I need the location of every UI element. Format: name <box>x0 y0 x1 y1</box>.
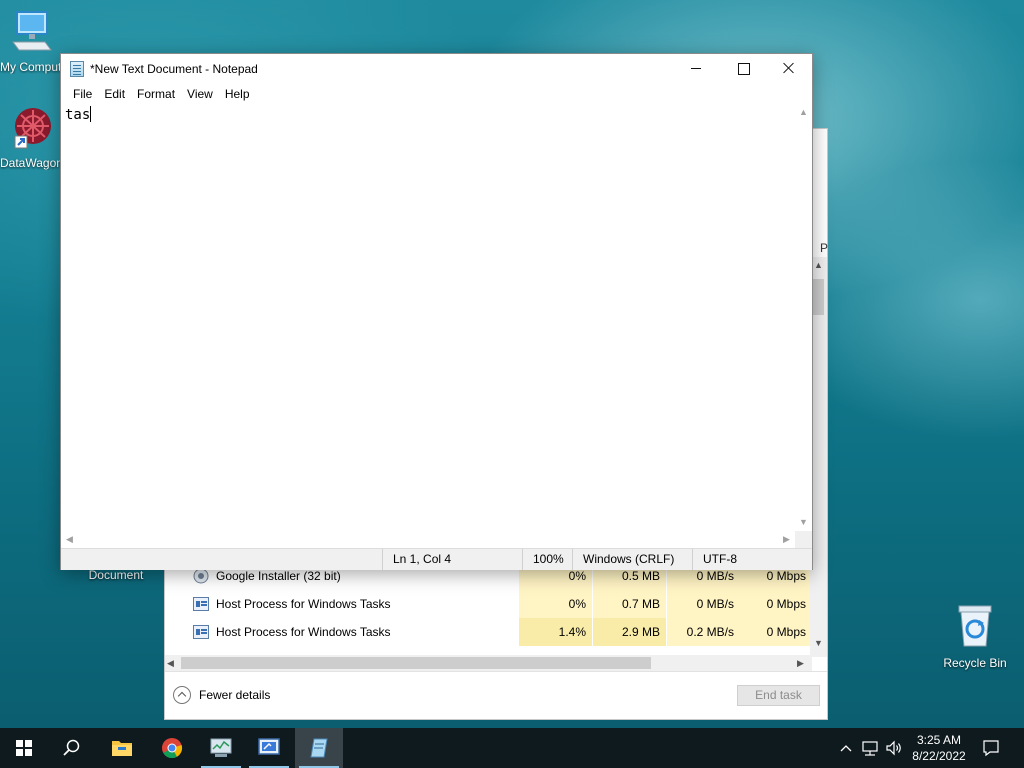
desktop-icon-label: Recycle Bin <box>943 656 1007 670</box>
action-center-button[interactable] <box>978 736 1004 760</box>
scroll-left-arrow[interactable]: ◀ <box>61 531 78 548</box>
network-cell: 0 Mbps <box>740 590 812 618</box>
close-button[interactable] <box>766 54 812 84</box>
network-cell: 0 Mbps <box>740 618 812 646</box>
start-button[interactable] <box>0 728 48 768</box>
task-manager-icon <box>210 738 232 757</box>
scroll-thumb[interactable] <box>181 657 651 669</box>
notepad-icon <box>310 738 328 758</box>
taskbar-control-panel[interactable] <box>245 728 293 768</box>
computer-icon <box>12 11 52 51</box>
task-manager-header-fragment: P <box>820 241 829 255</box>
menu-file[interactable]: File <box>67 84 98 104</box>
show-hidden-icons-button[interactable] <box>838 738 854 758</box>
clock[interactable]: 3:25 AM 8/22/2022 <box>906 730 972 766</box>
process-name: Host Process for Windows Tasks <box>216 597 391 611</box>
desktop-icon-document[interactable]: Document <box>76 568 156 582</box>
clock-time: 3:25 AM <box>916 733 962 747</box>
recycle-bin-icon <box>958 605 992 647</box>
menu-view[interactable]: View <box>181 84 219 104</box>
table-row[interactable]: Host Process for Windows Tasks 0% 0.7 MB… <box>165 590 812 618</box>
desktop-icon-my-computer[interactable]: My Computer <box>0 10 62 74</box>
chevron-up-icon <box>173 686 191 704</box>
process-icon <box>193 597 209 611</box>
chrome-icon <box>162 738 183 759</box>
text-editor-area[interactable]: tas <box>61 104 795 531</box>
datawagon-icon <box>14 108 51 149</box>
scroll-right-arrow[interactable]: ▶ <box>797 655 811 671</box>
window-title: *New Text Document - Notepad <box>90 62 258 76</box>
status-bar: Ln 1, Col 4 100% Windows (CRLF) UTF-8 <box>61 548 812 570</box>
taskbar-file-explorer[interactable] <box>98 728 146 768</box>
task-manager-footer: Fewer details End task <box>165 671 827 719</box>
desktop-icon-label: DataWagon <box>0 156 62 170</box>
minimize-button[interactable] <box>673 54 719 84</box>
clock-date: 8/22/2022 <box>912 749 966 763</box>
menu-format[interactable]: Format <box>131 84 181 104</box>
menu-bar: File Edit Format View Help <box>61 84 812 104</box>
disk-cell: 0.2 MB/s <box>667 618 740 646</box>
notepad-window[interactable]: *New Text Document - Notepad File Edit F… <box>60 53 813 570</box>
horizontal-scrollbar[interactable]: ◀ ▶ <box>165 655 812 671</box>
file-explorer-icon <box>112 741 132 756</box>
process-icon <box>193 625 209 639</box>
scroll-up-arrow[interactable]: ▲ <box>795 104 812 121</box>
speaker-icon <box>886 740 901 756</box>
line-ending: Windows (CRLF) <box>572 549 692 570</box>
chevron-up-icon <box>840 745 852 752</box>
scroll-down-arrow[interactable]: ▼ <box>810 635 827 652</box>
process-name: Host Process for Windows Tasks <box>216 625 391 639</box>
scrollbar-corner <box>795 531 812 548</box>
start-icon <box>16 740 32 756</box>
table-row[interactable]: Host Process for Windows Tasks 1.4% 2.9 … <box>165 618 812 646</box>
title-bar[interactable]: *New Text Document - Notepad <box>61 54 812 84</box>
cursor-position: Ln 1, Col 4 <box>382 549 522 570</box>
scroll-right-arrow[interactable]: ▶ <box>778 531 795 548</box>
network-icon <box>862 741 878 756</box>
process-name: Google Installer (32 bit) <box>216 569 341 583</box>
control-panel-icon <box>258 738 280 755</box>
fewer-details-button[interactable]: Fewer details <box>173 686 270 704</box>
scroll-left-arrow[interactable]: ◀ <box>167 655 181 671</box>
encoding: UTF-8 <box>692 549 812 570</box>
memory-cell: 0.7 MB <box>593 590 666 618</box>
network-status[interactable] <box>860 738 880 758</box>
fewer-details-label: Fewer details <box>199 688 271 702</box>
notepad-icon <box>70 61 84 77</box>
notification-icon <box>983 740 999 757</box>
taskbar-chrome[interactable] <box>148 728 196 768</box>
disk-cell: 0 MB/s <box>667 590 740 618</box>
desktop-icon-recycle-bin[interactable]: Recycle Bin <box>935 602 1015 670</box>
scroll-thumb[interactable] <box>813 279 824 315</box>
google-installer-icon <box>193 568 209 584</box>
scroll-down-arrow[interactable]: ▼ <box>795 514 812 531</box>
cpu-cell: 0% <box>519 590 592 618</box>
taskbar-task-manager[interactable] <box>197 728 245 768</box>
document-text: tas <box>65 107 91 123</box>
search-button[interactable] <box>48 728 96 768</box>
horizontal-scrollbar[interactable]: ◀ ▶ <box>61 531 795 548</box>
zoom-level: 100% <box>522 549 572 570</box>
desktop-icon-label: Document <box>88 568 144 582</box>
volume-control[interactable] <box>884 738 904 758</box>
taskbar: 3:25 AM 8/22/2022 <box>0 728 1024 768</box>
text-caret <box>90 106 92 122</box>
search-icon <box>63 739 80 756</box>
cpu-cell: 1.4% <box>519 618 592 646</box>
end-task-button[interactable]: End task <box>737 685 820 706</box>
vertical-scrollbar[interactable]: ▲ ▼ <box>795 104 812 531</box>
desktop-icon-label: My Computer <box>0 60 62 74</box>
menu-help[interactable]: Help <box>219 84 256 104</box>
memory-cell: 2.9 MB <box>593 618 666 646</box>
menu-edit[interactable]: Edit <box>98 84 131 104</box>
taskbar-notepad[interactable] <box>295 728 343 768</box>
maximize-button[interactable] <box>720 54 766 84</box>
desktop-icon-datawagon[interactable]: DataWagon <box>0 106 62 170</box>
